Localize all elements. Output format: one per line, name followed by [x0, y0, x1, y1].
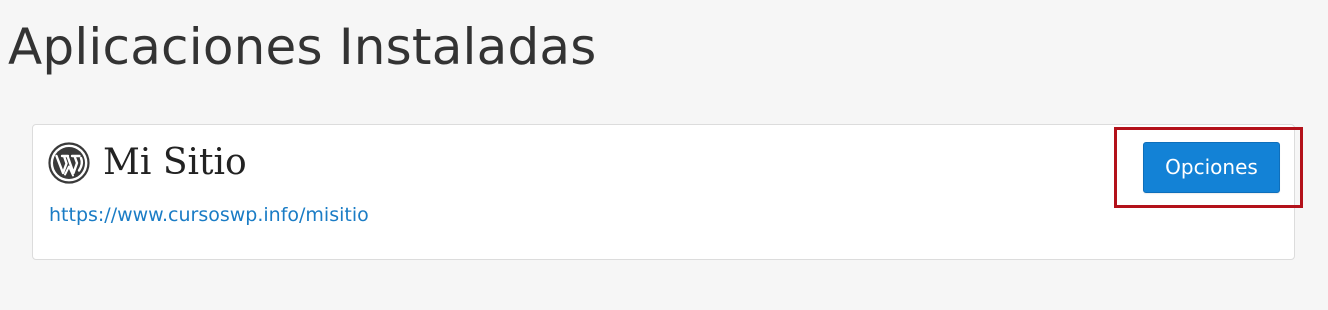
options-button[interactable]: Opciones	[1143, 142, 1280, 193]
wordpress-icon	[48, 142, 90, 184]
app-name: Mi Sitio	[103, 142, 247, 183]
installed-app-card: Mi Sitio https://www.cursoswp.info/misit…	[32, 124, 1295, 260]
app-url-link[interactable]: https://www.cursoswp.info/misitio	[49, 203, 369, 227]
app-header: Mi Sitio	[48, 141, 247, 185]
page-title: Aplicaciones Instaladas	[8, 18, 597, 76]
